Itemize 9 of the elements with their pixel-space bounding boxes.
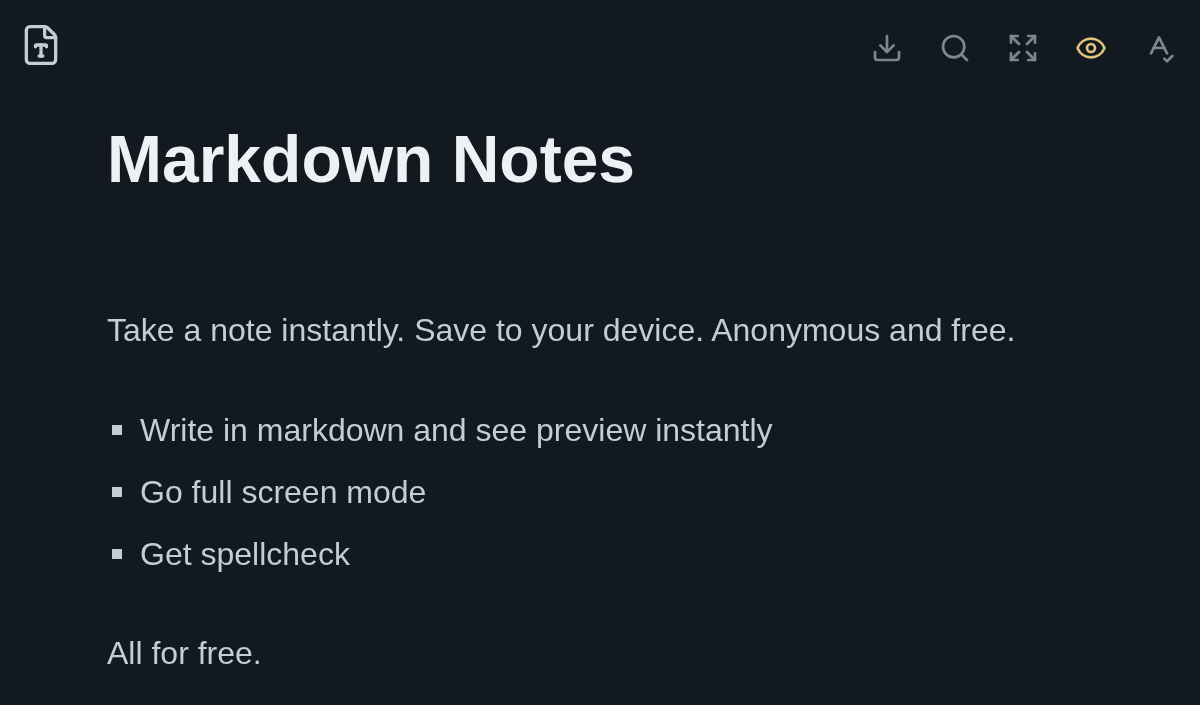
document-title: Markdown Notes [107,121,636,198]
bullet-icon [112,487,122,497]
list-item-text: Go full screen mode [140,473,427,512]
paragraph-text: Take a note instantly. Save to your device. Anonymous and free. [107,311,1016,350]
bullet-icon [112,549,122,559]
paragraph-text: All for free. [107,634,262,673]
list-item-text: Write in markdown and see preview instantly [140,411,773,450]
bullet-icon [112,425,122,435]
list-item-text: Get spellcheck [140,535,350,574]
